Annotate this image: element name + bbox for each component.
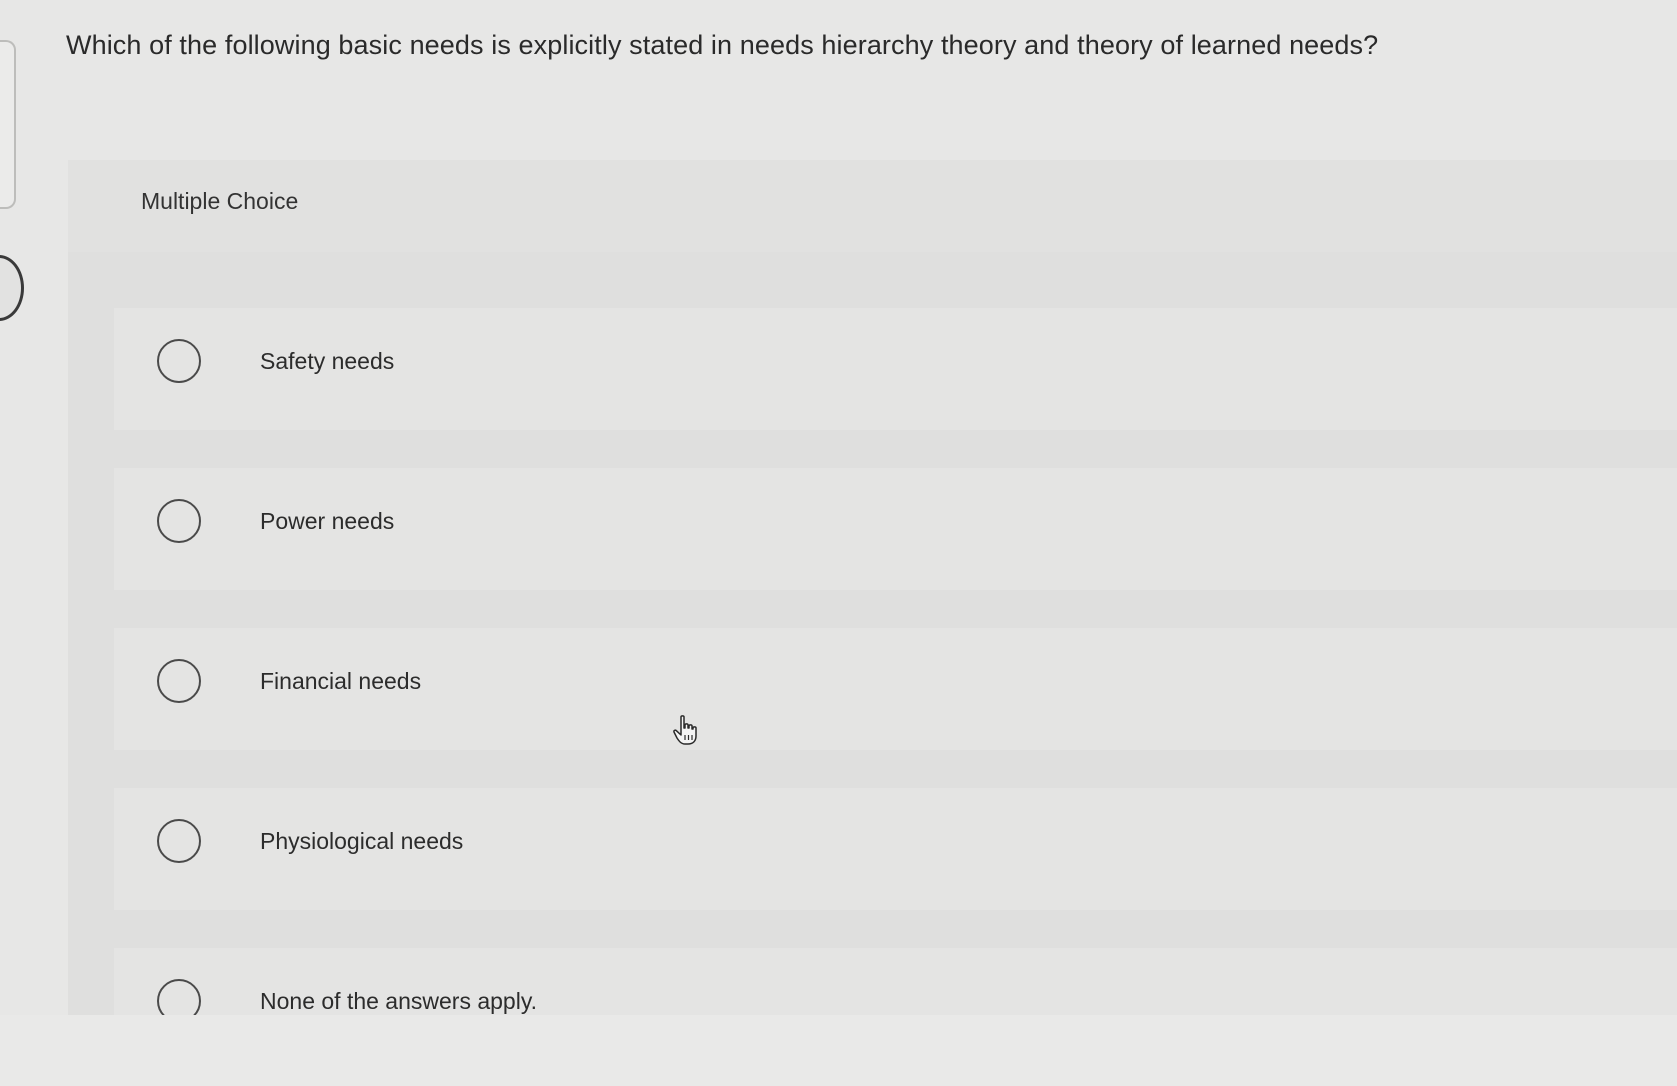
hand-pointer-icon <box>673 715 697 745</box>
answer-options: Safety needs Power needs Financial needs… <box>114 308 1677 1070</box>
side-toggle-button[interactable] <box>0 255 24 321</box>
option-physiological-needs[interactable]: Physiological needs <box>114 788 1677 910</box>
radio-button[interactable] <box>157 499 201 543</box>
multiple-choice-panel: Multiple Choice Safety needs Power needs… <box>68 160 1677 1070</box>
radio-button[interactable] <box>157 819 201 863</box>
panel-header: Multiple Choice <box>68 160 1677 252</box>
option-label: Safety needs <box>260 348 395 374</box>
option-safety-needs[interactable]: Safety needs <box>114 308 1677 430</box>
left-panel-edge <box>0 40 16 209</box>
question-type-label: Multiple Choice <box>141 188 299 214</box>
option-label: None of the answers apply. <box>260 988 538 1014</box>
option-label: Financial needs <box>260 668 422 694</box>
radio-button[interactable] <box>157 659 201 703</box>
option-financial-needs[interactable]: Financial needs <box>114 628 1677 750</box>
option-label: Power needs <box>260 508 395 534</box>
option-label: Physiological needs <box>260 828 464 854</box>
page-footer-area <box>0 1015 1677 1086</box>
question-text: Which of the following basic needs is ex… <box>66 30 1379 60</box>
option-power-needs[interactable]: Power needs <box>114 468 1677 590</box>
radio-button[interactable] <box>157 339 201 383</box>
